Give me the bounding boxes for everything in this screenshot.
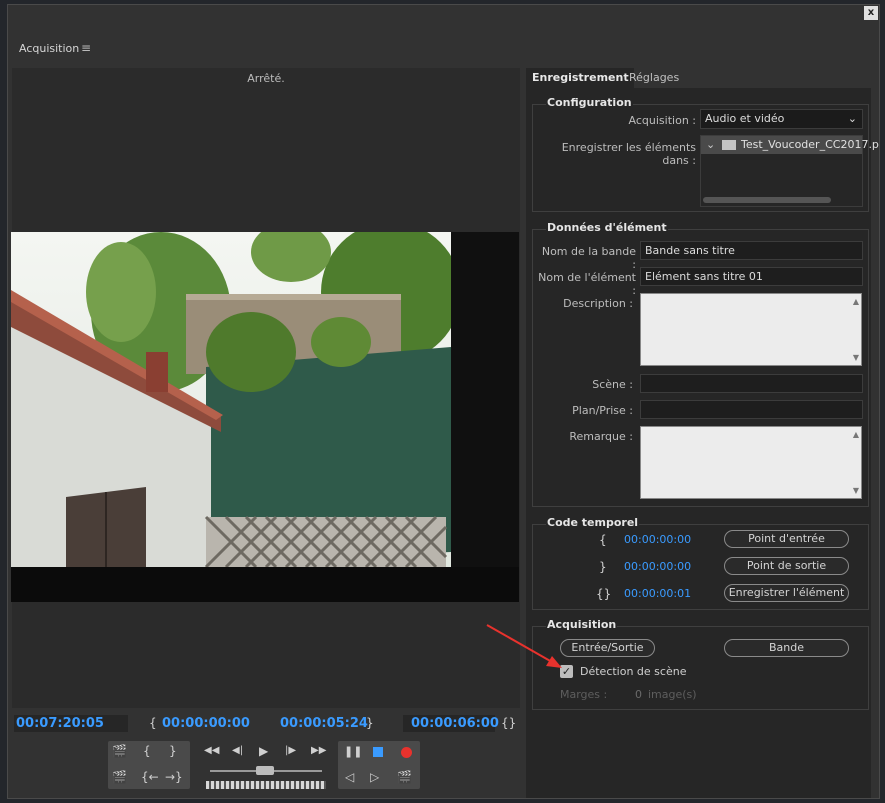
scene-label: Scène : [592, 378, 633, 391]
bin-list[interactable]: ⌄ Test_Voucoder_CC2017.p [700, 135, 879, 207]
tab-settings[interactable]: Réglages [624, 68, 684, 88]
description-label: Description : [563, 297, 633, 310]
acquisition-select[interactable]: Audio et vidéo ⌄ [700, 109, 863, 129]
handles-value[interactable]: 0 [635, 688, 642, 701]
set-in-point-button[interactable]: Point d'entrée [724, 530, 849, 548]
clip-data-title: Données d'élément [546, 221, 668, 234]
save-location-label: Enregistrer les éléments dans : [561, 141, 696, 167]
tape-capture-button[interactable]: Bande [724, 639, 849, 657]
close-button[interactable]: x [864, 6, 878, 20]
duration-icon: {} [596, 587, 612, 601]
duration-timecode[interactable]: 00:00:05:24 [280, 716, 368, 731]
folder-icon [722, 140, 736, 150]
fast-forward-button[interactable]: ▶▶ [311, 745, 326, 756]
goto-out-button[interactable]: →} [165, 770, 183, 784]
clip-name-label: Nom de l'élément : [538, 271, 636, 297]
log-clip-button[interactable]: Enregistrer l'élément [724, 584, 849, 602]
annotation-arrow [486, 624, 562, 668]
tape-name-label: Nom de la bande : [541, 245, 636, 271]
in-point-timecode[interactable]: 00:00:00:00 [624, 533, 691, 546]
scene-search-icon[interactable]: 🎬 [397, 770, 412, 784]
out-point-icon: } [599, 560, 607, 574]
clip-name-input[interactable]: Elément sans titre 01 [640, 267, 863, 286]
video-image [11, 232, 519, 602]
goto-in-button[interactable]: {← [141, 770, 159, 784]
duration-timecode-value[interactable]: 00:00:00:01 [624, 587, 691, 600]
jog-wheel[interactable] [206, 781, 326, 789]
in-out-capture-button[interactable]: Entrée/Sortie [560, 639, 655, 657]
pause-button[interactable]: ❚❚ [344, 745, 362, 758]
bin-folder-name[interactable]: Test_Voucoder_CC2017.p [741, 136, 879, 153]
scroll-up-icon[interactable]: ▲ [853, 430, 859, 439]
hamburger-icon[interactable]: ≡ [81, 41, 91, 55]
previous-scene-button[interactable]: ◁ [345, 770, 354, 784]
remark-textarea[interactable]: ▲ ▼ [640, 426, 862, 499]
take-video-icon[interactable]: 🎬 [112, 744, 127, 758]
out-timecode[interactable]: 00:00:06:00 [411, 716, 499, 731]
horizontal-scrollbar[interactable] [703, 197, 831, 203]
out-point-icon: } [366, 716, 374, 730]
tab-logging[interactable]: Enregistrement [527, 68, 634, 88]
play-button[interactable]: ▶ [259, 744, 268, 758]
status-text: Arrêté. [247, 72, 285, 85]
stop-button[interactable] [373, 747, 383, 757]
handles-label: Marges : [560, 688, 608, 701]
acquisition-label: Acquisition : [628, 114, 696, 127]
handles-unit: image(s) [648, 688, 697, 701]
step-back-button[interactable]: ◀| [232, 745, 243, 756]
current-timecode[interactable]: 00:07:20:05 [16, 716, 104, 731]
scroll-down-icon[interactable]: ▼ [853, 486, 859, 495]
next-scene-button[interactable]: ▷ [370, 770, 379, 784]
scroll-down-icon[interactable]: ▼ [853, 353, 859, 362]
in-out-duration-icon: {} [501, 716, 517, 730]
tab-bar: Enregistrement Réglages [527, 68, 871, 88]
acquisition-value: Audio et vidéo [705, 112, 785, 125]
configuration-title: Configuration [546, 96, 633, 109]
chevron-down-icon: ⌄ [706, 138, 716, 151]
remark-label: Remarque : [569, 430, 633, 443]
in-point-icon: { [599, 533, 607, 547]
set-in-button[interactable]: { [143, 744, 151, 758]
rewind-button[interactable]: ◀◀ [204, 745, 219, 756]
take-audio-icon[interactable]: 🎬 [112, 770, 127, 784]
set-out-button[interactable]: } [169, 744, 177, 758]
description-textarea[interactable]: ▲ ▼ [640, 293, 862, 366]
in-timecode[interactable]: 00:00:00:00 [162, 716, 250, 731]
tape-name-input[interactable]: Bande sans titre [640, 241, 863, 260]
video-frame [11, 232, 519, 602]
record-button[interactable] [401, 747, 412, 758]
shuttle-handle[interactable] [256, 766, 274, 775]
timecode-title: Code temporel [546, 516, 640, 529]
shot-take-input[interactable] [640, 400, 863, 419]
step-forward-button[interactable]: |▶ [285, 745, 296, 756]
scene-input[interactable] [640, 374, 863, 393]
chevron-down-icon: ⌄ [847, 112, 857, 125]
shot-take-label: Plan/Prise : [572, 404, 633, 417]
scroll-up-icon[interactable]: ▲ [853, 297, 859, 306]
panel-title: Acquisition [19, 42, 80, 55]
out-point-timecode[interactable]: 00:00:00:00 [624, 560, 691, 573]
in-point-icon: { [149, 716, 157, 730]
scene-detect-label: Détection de scène [580, 665, 687, 678]
set-out-point-button[interactable]: Point de sortie [724, 557, 849, 575]
